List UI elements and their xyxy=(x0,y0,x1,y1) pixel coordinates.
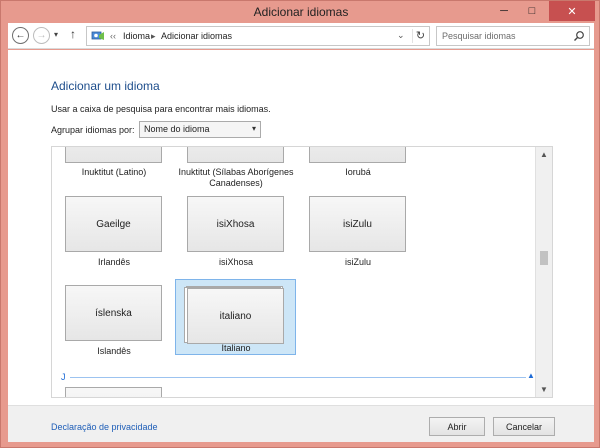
language-caption: Italiano xyxy=(221,343,251,353)
language-native-name: isiXhosa xyxy=(216,218,255,230)
search-icon[interactable] xyxy=(573,30,585,42)
language-list: Inuktitut (Latino) Inuktitut (Sílabas Ab… xyxy=(51,146,553,398)
language-caption: Inuktitut (Latino) xyxy=(81,167,147,177)
scroll-up-icon[interactable]: ▲ xyxy=(540,150,548,159)
language-tile-ioruba[interactable] xyxy=(309,147,406,163)
group-by-select[interactable]: Nome do idioma ▾ xyxy=(139,121,261,138)
language-caption: Inuktitut (Sílabas Aborígenes Canadenses… xyxy=(178,167,294,188)
main-content: Adicionar um idioma Usar a caixa de pesq… xyxy=(8,50,594,405)
forward-button[interactable]: → xyxy=(33,27,50,44)
chevron-down-icon: ▾ xyxy=(251,124,256,133)
language-caption: Islandês xyxy=(97,346,131,356)
breadcrumb-item-adicionar[interactable]: Adicionar idiomas xyxy=(161,31,232,41)
page-title: Adicionar um idioma xyxy=(51,79,160,93)
vertical-scrollbar[interactable]: ▲ ▼ xyxy=(535,147,552,397)
window: Adicionar idiomas ─ □ ✕ ← → ▾ ↑ ‹‹ Idiom… xyxy=(0,0,600,448)
privacy-statement-link[interactable]: Declaração de privacidade xyxy=(51,422,158,432)
back-button[interactable]: ← xyxy=(12,27,29,44)
language-native-name: italiano xyxy=(219,310,252,322)
group-by-value: Nome do idioma xyxy=(144,124,210,134)
close-button[interactable]: ✕ xyxy=(549,1,595,21)
breadcrumb-separator[interactable]: ▸ xyxy=(151,31,156,42)
minimize-button[interactable]: ─ xyxy=(491,1,517,21)
control-panel-icon xyxy=(91,31,104,40)
language-tile-isizulu[interactable]: isiZulu xyxy=(309,196,406,252)
section-header-j[interactable]: J xyxy=(61,372,66,382)
breadcrumb-item-idioma[interactable]: Idioma xyxy=(123,31,150,41)
open-button[interactable]: Abrir xyxy=(429,417,485,436)
language-tile-isixhosa[interactable]: isiXhosa xyxy=(187,196,284,252)
language-native-name: isiZulu xyxy=(343,218,372,230)
language-tile-italiano[interactable]: italiano xyxy=(187,288,284,344)
breadcrumb-overflow[interactable]: ‹‹ xyxy=(110,31,116,41)
language-tile-next[interactable] xyxy=(65,387,162,397)
collapse-section-icon[interactable]: ▲ xyxy=(527,371,535,380)
title-bar[interactable]: Adicionar idiomas ─ □ ✕ xyxy=(1,1,600,23)
refresh-button[interactable]: ↻ xyxy=(412,29,428,43)
scroll-thumb[interactable] xyxy=(540,251,548,265)
section-divider xyxy=(70,377,526,378)
recent-locations-button[interactable]: ▾ xyxy=(54,30,58,39)
scroll-down-icon[interactable]: ▼ xyxy=(540,385,548,394)
language-native-name: Gaeilge xyxy=(96,218,131,230)
address-bar: ← → ▾ ↑ ‹‹ Idioma ▸ Adicionar idiomas ⌄ … xyxy=(8,23,594,49)
language-tile-irlandes[interactable]: Gaeilge xyxy=(65,196,162,252)
cancel-button[interactable]: Cancelar xyxy=(493,417,555,436)
search-box xyxy=(436,26,590,46)
up-button[interactable]: ↑ xyxy=(70,27,76,41)
language-tile-inuktitut-latino[interactable] xyxy=(65,147,162,163)
language-caption: Iorubá xyxy=(345,167,371,177)
group-by-label: Agrupar idiomas por: xyxy=(51,125,135,135)
language-tile-islandes[interactable]: íslenska xyxy=(65,285,162,341)
footer: Declaração de privacidade Abrir Cancelar xyxy=(8,405,594,442)
maximize-button[interactable]: □ xyxy=(519,1,545,21)
language-caption: isiZulu xyxy=(344,257,371,267)
language-tile-italiano-selected[interactable]: italiano Italiano xyxy=(175,279,296,355)
language-caption: isiXhosa xyxy=(218,257,254,267)
chevron-down-icon[interactable]: ⌄ xyxy=(397,30,405,41)
language-caption: Irlandês xyxy=(97,257,131,267)
search-input[interactable] xyxy=(437,27,571,45)
language-native-name: íslenska xyxy=(95,307,132,319)
breadcrumb[interactable]: ‹‹ Idioma ▸ Adicionar idiomas ⌄ ↻ xyxy=(86,26,430,46)
language-tile-inuktitut-silabas[interactable] xyxy=(187,147,284,163)
hint-text: Usar a caixa de pesquisa para encontrar … xyxy=(51,104,271,114)
